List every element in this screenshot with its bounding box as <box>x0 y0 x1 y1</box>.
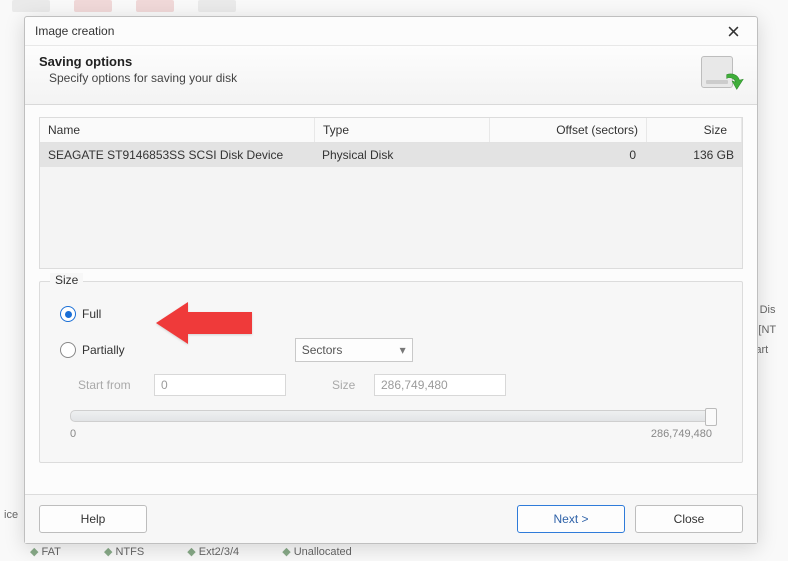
bg-toolbar-icons <box>0 0 788 15</box>
close-icon[interactable] <box>715 19 751 43</box>
image-creation-dialog: Image creation Saving options Specify op… <box>24 16 758 544</box>
cell-size: 136 GB <box>644 143 742 167</box>
col-size[interactable]: Size <box>647 118 742 142</box>
radio-partially-row[interactable]: Partially Sectors ▾ <box>60 338 728 362</box>
bg-legend: FAT NTFS Ext2/3/4 Unallocated <box>30 545 392 558</box>
slider-track[interactable] <box>70 410 712 422</box>
bg-text: FAT <box>30 546 61 558</box>
bg-text: ice <box>4 509 18 521</box>
start-from-input[interactable]: 0 <box>154 374 286 396</box>
close-button[interactable]: Close <box>635 505 743 533</box>
radio-partially[interactable] <box>60 342 76 358</box>
header-title: Saving options <box>39 54 697 69</box>
table-row[interactable]: SEAGATE ST9146853SS SCSI Disk Device Phy… <box>40 143 742 167</box>
window-title: Image creation <box>35 24 715 38</box>
radio-partially-label: Partially <box>82 343 125 357</box>
unit-select-value: Sectors <box>302 343 343 357</box>
next-button[interactable]: Next > <box>517 505 625 533</box>
col-name[interactable]: Name <box>40 118 315 142</box>
size-label: Size <box>332 378 366 392</box>
slider-thumb[interactable] <box>705 408 717 426</box>
bg-text: Ext2/3/4 <box>187 546 239 558</box>
bg-text: NTFS <box>104 546 144 558</box>
size-group: Size Full Partially Sectors ▾ Start from… <box>39 281 743 463</box>
start-size-row: Start from 0 Size 286,749,480 <box>78 374 728 396</box>
dialog-body: Name Type Offset (sectors) Size SEAGATE … <box>25 105 757 494</box>
size-input[interactable]: 286,749,480 <box>374 374 506 396</box>
header-subtitle: Specify options for saving your disk <box>49 71 697 85</box>
dialog-header: Saving options Specify options for savin… <box>25 46 757 105</box>
col-offset[interactable]: Offset (sectors) <box>490 118 647 142</box>
unit-select[interactable]: Sectors ▾ <box>295 338 413 362</box>
cell-offset: 0 <box>488 143 644 167</box>
chevron-down-icon: ▾ <box>400 343 406 357</box>
disk-save-icon <box>697 54 743 94</box>
radio-full-label: Full <box>82 307 101 321</box>
col-type[interactable]: Type <box>315 118 490 142</box>
size-legend: Size <box>50 273 83 287</box>
radio-full-row[interactable]: Full <box>60 302 728 326</box>
dialog-footer: Help Next > Close <box>25 494 757 543</box>
titlebar: Image creation <box>25 17 757 46</box>
slider-max: 286,749,480 <box>651 428 712 440</box>
cell-name: SEAGATE ST9146853SS SCSI Disk Device <box>40 143 314 167</box>
help-button[interactable]: Help <box>39 505 147 533</box>
radio-full[interactable] <box>60 306 76 322</box>
range-slider[interactable]: 0 286,749,480 <box>70 410 712 440</box>
cell-type: Physical Disk <box>314 143 488 167</box>
disk-table: Name Type Offset (sectors) Size SEAGATE … <box>39 117 743 269</box>
table-header: Name Type Offset (sectors) Size <box>40 118 742 143</box>
start-from-label: Start from <box>78 378 146 392</box>
bg-text: Unallocated <box>282 546 352 558</box>
slider-min: 0 <box>70 428 76 440</box>
